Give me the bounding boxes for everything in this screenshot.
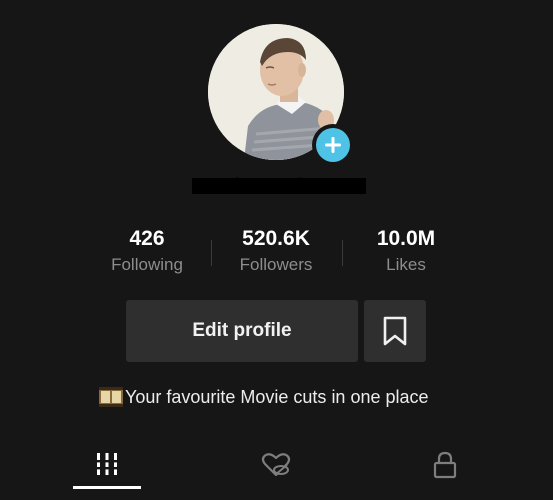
- tab-private[interactable]: [411, 440, 479, 490]
- active-tab-indicator: [73, 486, 141, 489]
- heart-hidden-icon: [261, 453, 291, 477]
- grid-bars-icon: [95, 453, 119, 475]
- plus-icon: [316, 128, 350, 162]
- tab-videos[interactable]: [73, 440, 141, 490]
- username-redaction-bar: [192, 178, 366, 194]
- profile-avatar-container[interactable]: [208, 24, 354, 166]
- bookmark-icon: [383, 316, 407, 346]
- lock-icon: [433, 451, 457, 479]
- add-photo-button[interactable]: [312, 124, 354, 166]
- tab-liked[interactable]: [242, 440, 310, 490]
- stat-likes-value: 10.0M: [376, 227, 436, 250]
- favorites-button[interactable]: [364, 300, 426, 362]
- film-frames-icon: [99, 387, 123, 407]
- stat-following-value: 426: [129, 227, 165, 250]
- stat-followers[interactable]: 520.6K Followers: [211, 226, 341, 275]
- bio-text: Your favourite Movie cuts in one place: [125, 386, 429, 407]
- profile-tabs: [0, 440, 553, 500]
- stat-followers-label: Followers: [239, 255, 313, 274]
- profile-stats: 426 Following 520.6K Followers 10.0M Lik…: [82, 226, 482, 280]
- stat-following[interactable]: 426 Following: [82, 226, 212, 275]
- edit-profile-button[interactable]: Edit profile: [126, 300, 358, 362]
- stat-divider: [211, 240, 212, 266]
- stat-divider: [342, 240, 343, 266]
- stat-followers-value: 520.6K: [242, 227, 310, 250]
- stat-likes-label: Likes: [386, 255, 426, 274]
- stat-likes[interactable]: 10.0M Likes: [341, 226, 471, 275]
- stat-following-label: Following: [111, 255, 183, 274]
- profile-bio: Your favourite Movie cuts in one place: [98, 384, 429, 410]
